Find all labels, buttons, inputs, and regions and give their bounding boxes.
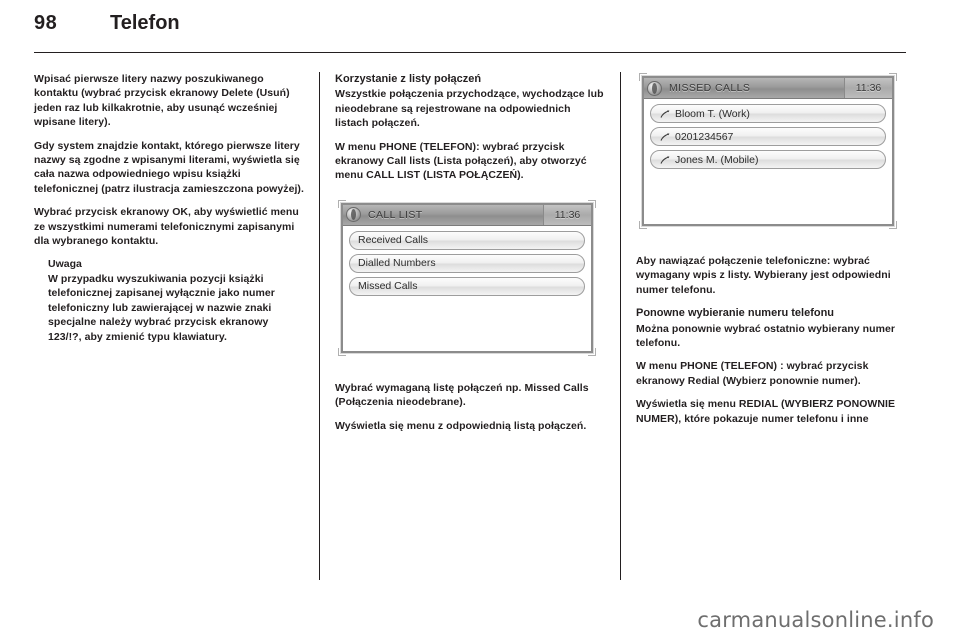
page-columns: Wpisać pierwsze litery nazwy poszukiwane…	[34, 72, 906, 580]
device-body: Received Calls Dialled Numbers Missed Ca…	[343, 225, 591, 350]
device-title: MISSED CALLS	[669, 82, 751, 94]
right-paragraph-3: W menu PHONE (TELEFON) : wybrać przycisk…	[636, 360, 869, 387]
globe-icon	[647, 80, 662, 96]
site-watermark: carmanualsonline.info	[697, 608, 934, 632]
list-item[interactable]: Missed Calls	[349, 276, 585, 296]
right-paragraph-2: Można ponownie wybrać ostatnio wybierany…	[636, 322, 896, 350]
crop-mark-bottom-right	[889, 221, 897, 229]
device-title: CALL LIST	[368, 208, 423, 221]
device-body: Bloom T. (Work) 0201234567 Jones M. (Mob…	[644, 99, 892, 223]
middle-paragraph-1: Wszystkie połączenia przychodzące, wycho…	[335, 88, 604, 130]
missed-call-icon	[659, 154, 671, 166]
list-item[interactable]: Received Calls	[349, 230, 585, 250]
device-clock: 11:36	[543, 204, 591, 225]
page-title: Telefon	[110, 12, 180, 34]
missed-call-icon	[659, 131, 671, 143]
note-title: Uwaga	[48, 258, 82, 271]
column-right: MISSED CALLS 11:36 Bloom T. (Work) 02012…	[636, 72, 906, 580]
crop-mark-bottom-left	[639, 221, 647, 229]
list-item-label: Received Calls	[358, 234, 429, 247]
list-item[interactable]: Dialled Numbers	[349, 253, 585, 273]
crop-mark-bottom-right	[588, 347, 596, 356]
page-number: 98	[34, 12, 58, 34]
right-heading: Ponowne wybieranie numeru telefonu	[636, 307, 835, 320]
list-item-label: Bloom T. (Work)	[675, 107, 750, 120]
list-item-label: Jones M. (Mobile)	[675, 153, 759, 166]
list-item[interactable]: Bloom T. (Work)	[650, 104, 886, 123]
figure-call-list: CALL LIST 11:36 Received Calls Dialled N…	[335, 192, 605, 369]
right-paragraph-1: Aby nawiązać połączenie telefoniczne: wy…	[636, 255, 891, 296]
list-item[interactable]: Jones M. (Mobile)	[650, 150, 886, 169]
column-divider-1	[319, 72, 320, 580]
crop-mark-bottom-left	[338, 347, 346, 356]
globe-icon	[346, 207, 361, 223]
list-item[interactable]: 0201234567	[650, 127, 886, 146]
header-divider	[34, 52, 906, 53]
device-titlebar: MISSED CALLS 11:36	[644, 78, 892, 99]
column-middle: Korzystanie z listy połączeń Wszystkie p…	[335, 72, 605, 580]
note-block: Uwaga W przypadku wyszukiwania pozycji k…	[48, 257, 304, 343]
note-body: W przypadku wyszukiwania pozycji książki…	[48, 272, 275, 343]
middle-paragraph-3: Wybrać wymaganą listę połączeń np. Misse…	[335, 381, 589, 409]
column-gap-1	[304, 72, 335, 580]
column-divider-2	[620, 72, 621, 580]
left-paragraph-2: Gdy system znajdzie kontakt, którego pie…	[34, 139, 304, 195]
column-gap-2	[605, 72, 636, 580]
left-paragraph-3: Wybrać przycisk ekranowy OK, aby wyświet…	[34, 206, 299, 248]
list-item-label: Missed Calls	[358, 280, 418, 293]
device-screen-missed-calls: MISSED CALLS 11:36 Bloom T. (Work) 02012…	[639, 73, 897, 229]
middle-paragraph-2: W menu PHONE (TELEFON): wybrać przycisk …	[335, 140, 587, 182]
column-left: Wpisać pierwsze litery nazwy poszukiwane…	[34, 72, 304, 580]
right-paragraph-4: Wyświetla się menu REDIAL (WYBIERZ PONOW…	[636, 398, 896, 425]
list-item-label: Dialled Numbers	[358, 257, 436, 270]
missed-call-icon	[659, 108, 671, 120]
manual-page: 98 Telefon Wpisać pierwsze litery nazwy …	[0, 0, 960, 642]
middle-heading: Korzystanie z listy połączeń	[335, 73, 482, 85]
list-item-label: 0201234567	[675, 130, 734, 143]
middle-paragraph-4: Wyświetla się menu z odpowiednią listą p…	[335, 419, 587, 432]
page-header: 98 Telefon	[34, 12, 906, 46]
device-titlebar: CALL LIST 11:36	[343, 204, 591, 226]
device-clock: 11:36	[844, 78, 892, 98]
device-screen-call-list: CALL LIST 11:36 Received Calls Dialled N…	[338, 199, 596, 356]
left-paragraph-1: Wpisać pierwsze litery nazwy poszukiwane…	[34, 73, 290, 129]
figure-missed-calls: MISSED CALLS 11:36 Bloom T. (Work) 02012…	[636, 72, 906, 242]
